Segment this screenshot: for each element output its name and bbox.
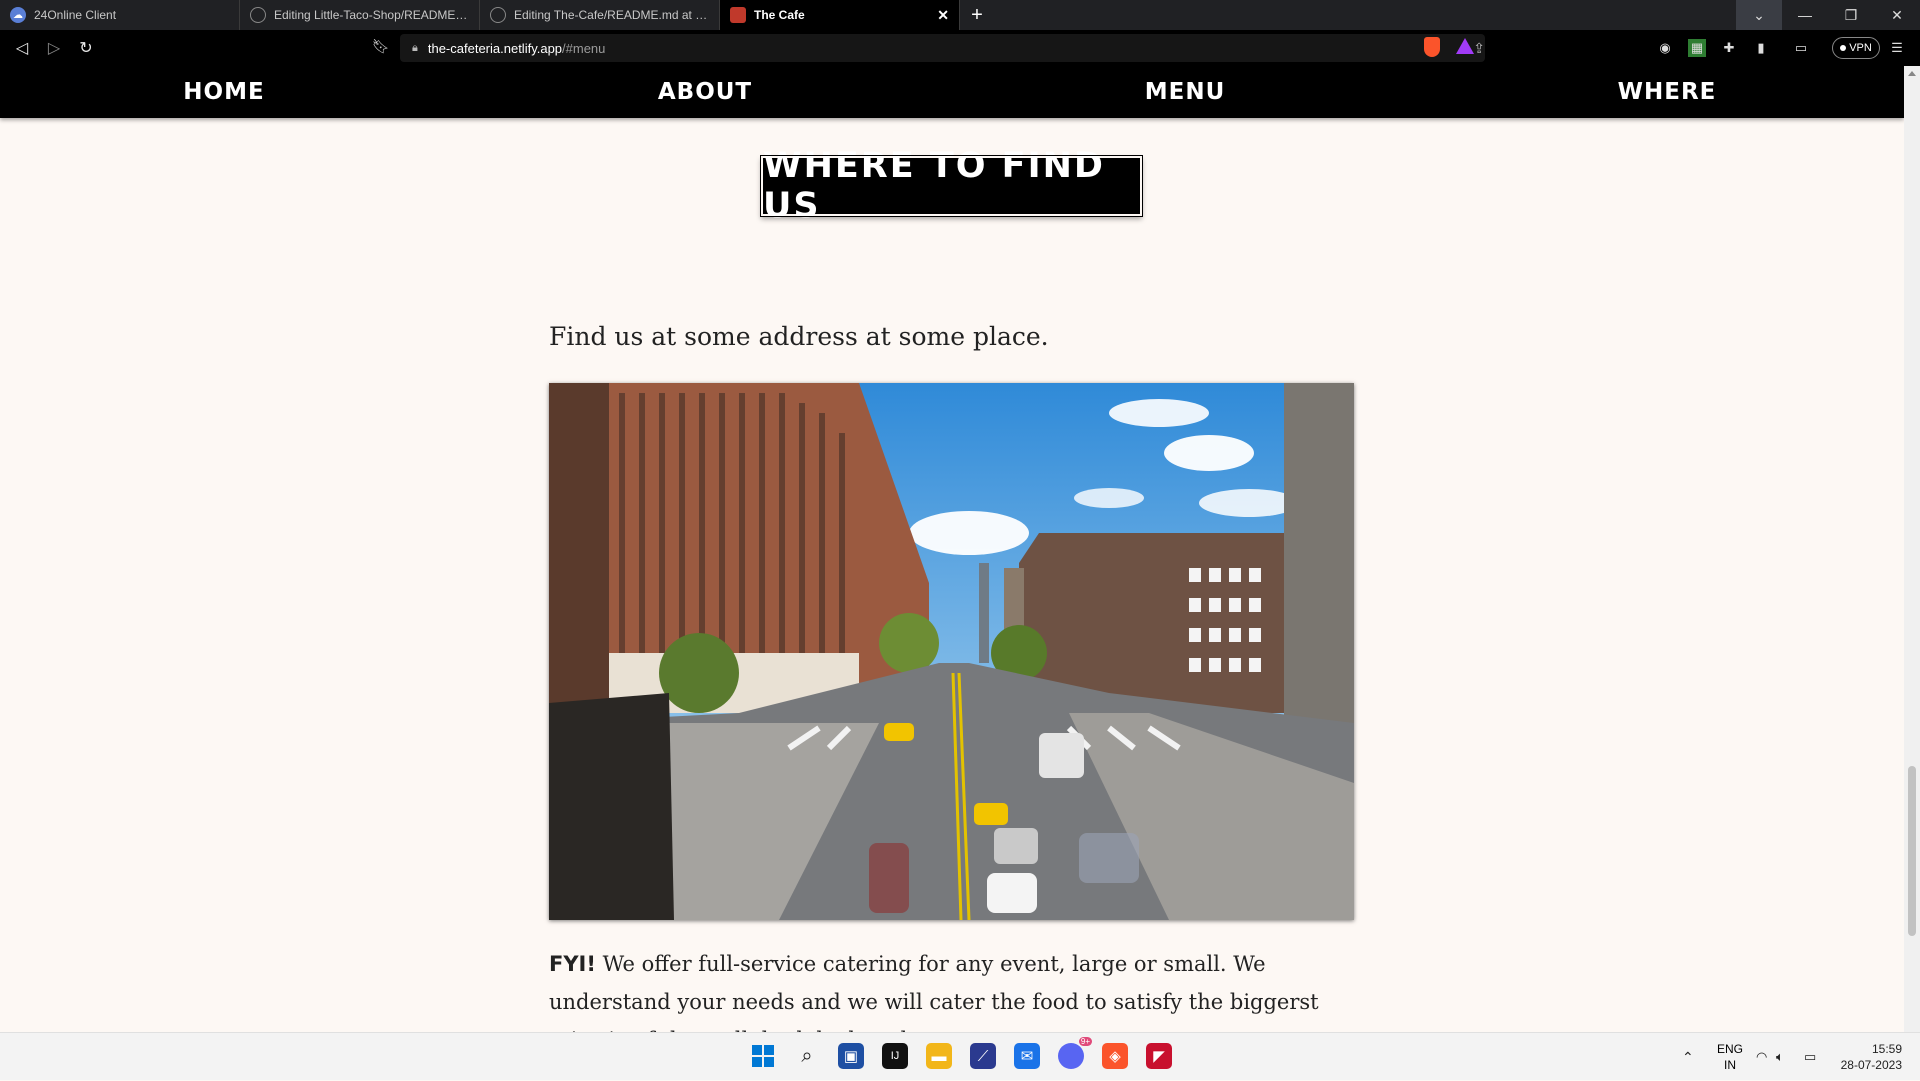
fyi-label: FYI! <box>549 952 596 976</box>
brave-browser-icon[interactable]: ◈ <box>1102 1043 1128 1069</box>
lock-icon: 🔒︎ <box>412 41 418 54</box>
language-indicator[interactable]: ENG IN <box>1716 1041 1744 1073</box>
minimize-icon[interactable]: — <box>1782 0 1828 30</box>
store-icon[interactable]: ▣ <box>838 1043 864 1069</box>
vpn-status-icon <box>1840 45 1847 51</box>
location-text: Find us at some address at some place. <box>549 322 1049 351</box>
close-icon[interactable]: ✕ <box>937 7 949 24</box>
tab-the-cafe-readme[interactable]: Editing The-Cafe/README.md at main <box>480 0 720 30</box>
url-host: the-cafeteria.netlify.app <box>427 40 563 56</box>
chat-icon[interactable]: 9+ <box>1058 1037 1092 1069</box>
search-icon[interactable]: ⌕ <box>794 1043 820 1069</box>
clock[interactable]: 15:59 28-07-2023 <box>1832 1041 1902 1073</box>
windows-start-icon[interactable] <box>750 1043 776 1069</box>
clock-time: 15:59 <box>1871 1042 1902 1056</box>
browser-toolbar: ◁ ▷ ↻ 🔖︎ 🔒︎ the-cafeteria.netlify.app/#m… <box>0 30 1920 66</box>
close-window-icon[interactable]: ✕ <box>1874 0 1920 30</box>
github-icon <box>250 7 266 23</box>
github-icon <box>490 7 506 23</box>
back-icon[interactable]: ◁ <box>6 32 38 64</box>
catering-paragraph: FYI! We offer full-service catering for … <box>549 945 1359 1032</box>
taskbar: ⌕ ▣ IJ ▬ ⟋ ✉ 9+ ◈ ◤ ⌃ ENG IN ◠ 🔈︎ ▭ 15:5… <box>0 1032 1920 1080</box>
tray-overflow-icon[interactable]: ⌃ <box>1682 1033 1694 1081</box>
menu-icon[interactable]: ☰ <box>1888 39 1906 57</box>
vpn-button[interactable]: VPN <box>1832 37 1880 59</box>
extension-cookie-icon[interactable]: ◉ <box>1656 39 1674 57</box>
nav-where-link[interactable]: WHERE <box>1618 66 1717 118</box>
url-path: /#menu <box>562 40 606 56</box>
mail-icon[interactable]: ✉ <box>1014 1043 1040 1069</box>
cloud-icon: ☁ <box>10 7 26 23</box>
sidebar-icon[interactable]: ▮ <box>1752 39 1770 57</box>
scroll-up-icon[interactable] <box>1908 71 1916 76</box>
wifi-icon[interactable]: ◠ <box>1756 1033 1767 1081</box>
fyi-text: We offer full-service catering for any e… <box>549 952 1319 1032</box>
extensions-puzzle-icon[interactable]: ✚ <box>1720 39 1738 57</box>
restore-icon[interactable]: ❐ <box>1828 0 1874 30</box>
site-nav: HOME ABOUT MENU WHERE <box>0 66 1904 118</box>
page-scrollbar[interactable] <box>1904 66 1920 1032</box>
tab-the-cafe[interactable]: The Cafe ✕ <box>720 0 960 30</box>
window-controls: ⌄ — ❐ ✕ <box>1736 0 1920 30</box>
mcafee-icon[interactable]: ◤ <box>1146 1043 1172 1069</box>
tab-title: The Cafe <box>754 8 805 22</box>
address-bar[interactable]: 🔒︎ the-cafeteria.netlify.app/#menu ⇪ <box>400 34 1485 62</box>
clock-date: 28-07-2023 <box>1840 1058 1902 1072</box>
vpn-label: VPN <box>1849 42 1872 54</box>
reload-icon[interactable]: ↻ <box>70 32 102 64</box>
brave-rewards-icon[interactable] <box>1456 38 1474 54</box>
tab-title: Editing Little-Taco-Shop/README.md <box>274 8 469 22</box>
browser-tab-strip: ☁ 24Online Client Editing Little-Taco-Sh… <box>0 0 1920 30</box>
intellij-icon[interactable]: IJ <box>882 1043 908 1069</box>
nav-menu-link[interactable]: MENU <box>1145 66 1226 118</box>
nav-about-link[interactable]: ABOUT <box>658 66 752 118</box>
volume-icon[interactable]: 🔈︎ <box>1776 1033 1784 1081</box>
tab-title: Editing The-Cafe/README.md at main <box>514 8 709 22</box>
extension-sheet-icon[interactable]: ▦ <box>1688 39 1706 57</box>
scrollbar-thumb[interactable] <box>1908 766 1916 936</box>
section-title: WHERE TO FIND US <box>760 146 1143 226</box>
cafe-icon <box>730 7 746 23</box>
battery-icon[interactable]: ▭ <box>1804 1033 1816 1081</box>
wallet-icon[interactable]: ▭ <box>1792 39 1810 57</box>
forward-icon[interactable]: ▷ <box>38 32 70 64</box>
new-tab-button[interactable]: + <box>960 0 994 30</box>
brave-shields-icon[interactable] <box>1424 37 1440 57</box>
nav-home-link[interactable]: HOME <box>183 66 264 118</box>
tab-title: 24Online Client <box>34 8 117 22</box>
street-photo <box>549 383 1354 920</box>
bookmark-icon[interactable]: 🔖︎ <box>372 38 390 55</box>
street-photo-illustration <box>549 383 1354 920</box>
file-explorer-icon[interactable]: ▬ <box>926 1043 952 1069</box>
tab-little-taco-readme[interactable]: Editing Little-Taco-Shop/README.md <box>240 0 480 30</box>
chat-badge: 9+ <box>1078 1037 1092 1046</box>
tab-24online[interactable]: ☁ 24Online Client <box>0 0 240 30</box>
vscode-icon[interactable]: ⟋ <box>970 1043 996 1069</box>
region-code: IN <box>1724 1058 1736 1072</box>
tab-search-icon[interactable]: ⌄ <box>1736 0 1782 30</box>
share-icon[interactable]: ⇪ <box>1473 40 1485 57</box>
language-code: ENG <box>1716 1042 1743 1056</box>
